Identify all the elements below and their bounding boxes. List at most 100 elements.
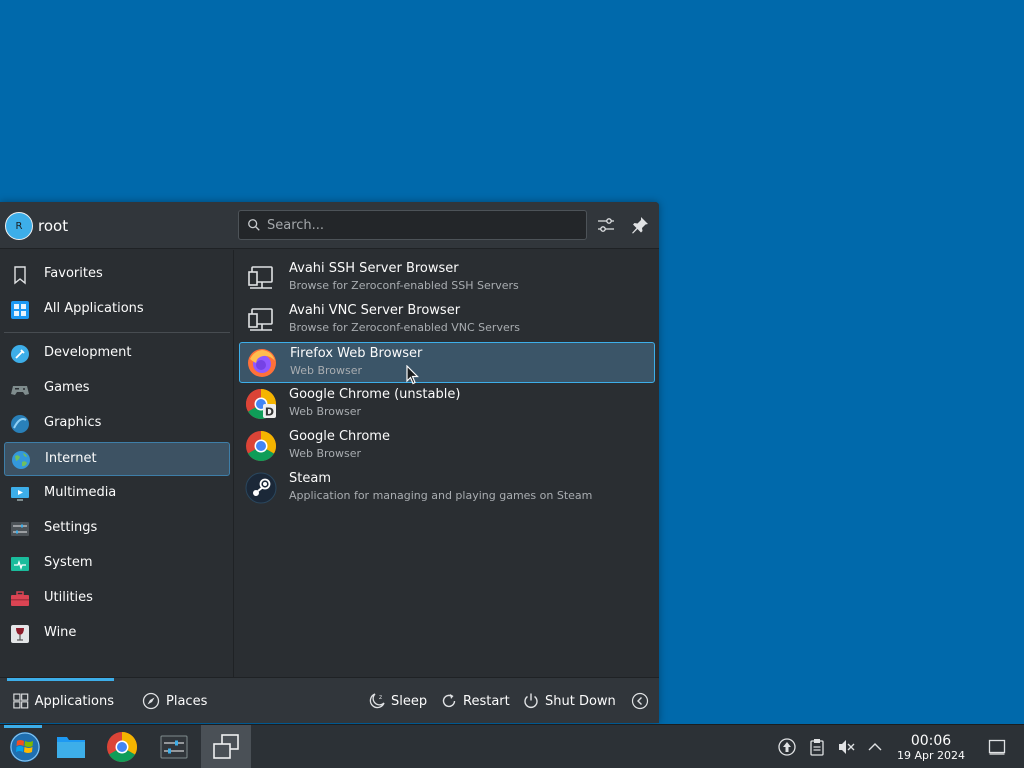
tab-label: Applications — [34, 693, 114, 709]
app-name: Avahi SSH Server Browser — [289, 261, 459, 276]
globe-icon — [12, 451, 30, 469]
sleep-button[interactable]: z Sleep — [368, 678, 427, 723]
application-list: Avahi SSH Server Browser Browse for Zero… — [235, 250, 659, 677]
search-input[interactable] — [267, 215, 577, 235]
clock-time[interactable]: 00:06 — [895, 733, 967, 749]
clipboard-icon[interactable] — [808, 738, 826, 756]
app-description: Web Browser — [289, 405, 362, 418]
restart-icon — [442, 694, 456, 708]
sidebar-item-label: Settings — [44, 520, 98, 535]
tab-places[interactable]: Places — [142, 678, 207, 723]
tab-applications[interactable]: Applications — [7, 678, 114, 723]
app-name: Avahi VNC Server Browser — [289, 303, 461, 318]
sidebar-item-development[interactable]: Development — [4, 337, 230, 371]
network-monitor-icon — [248, 308, 273, 331]
shutdown-label: Shut Down — [545, 693, 616, 709]
toolbox-icon — [11, 591, 29, 606]
taskbar: 00:06 19 Apr 2024 — [0, 724, 1024, 768]
taskbar-file-manager[interactable] — [46, 725, 96, 768]
configure-icon[interactable] — [596, 215, 616, 235]
search-box[interactable] — [238, 210, 587, 240]
list-item[interactable]: Avahi VNC Server Browser Browse for Zero… — [239, 300, 655, 341]
sidebar-item-label: Wine — [44, 625, 77, 640]
firefox-icon — [248, 349, 276, 377]
category-sidebar: Favorites All Applications Development G… — [0, 250, 234, 677]
list-item[interactable]: Steam Application for managing and playi… — [239, 468, 655, 509]
sidebar-item-label: System — [44, 555, 93, 570]
chrome-icon — [107, 732, 138, 763]
applications-grid-icon — [11, 301, 29, 319]
sidebar-item-label: Graphics — [44, 415, 102, 430]
app-description: Application for managing and playing gam… — [289, 489, 593, 502]
grid-icon — [13, 693, 29, 709]
svg-text:D: D — [265, 406, 274, 419]
sleep-label: Sleep — [391, 693, 428, 709]
app-description: Web Browser — [290, 364, 363, 377]
sidebar-item-favorites[interactable]: Favorites — [4, 258, 230, 292]
user-avatar[interactable]: R — [5, 212, 33, 240]
sidebar-item-label: Games — [44, 380, 90, 395]
list-item[interactable]: Avahi SSH Server Browser Browse for Zero… — [239, 258, 655, 299]
sidebar-item-system[interactable]: System — [4, 547, 230, 581]
settings-icon — [11, 522, 29, 536]
chevron-left-icon — [631, 692, 649, 710]
taskbar-chrome[interactable] — [97, 725, 147, 768]
sidebar-item-label: All Applications — [44, 301, 144, 316]
power-icon — [524, 693, 538, 708]
system-icon — [11, 557, 29, 571]
bookmark-icon — [14, 266, 26, 285]
sidebar-item-label: Utilities — [44, 590, 93, 605]
restart-button[interactable]: Restart — [440, 678, 510, 723]
chevron-up-icon[interactable] — [866, 738, 884, 756]
development-icon — [11, 345, 29, 363]
list-item[interactable]: Firefox Web Browser Web Browser — [239, 342, 655, 383]
sidebar-item-utilities[interactable]: Utilities — [4, 582, 230, 616]
sidebar-item-all-applications[interactable]: All Applications — [4, 293, 230, 327]
settings-icon — [160, 735, 188, 759]
gamepad-icon — [11, 386, 29, 395]
app-description: Browse for Zeroconf-enabled SSH Servers — [289, 279, 519, 292]
leave-button[interactable] — [631, 678, 654, 723]
compass-icon — [142, 692, 160, 710]
app-description: Web Browser — [289, 447, 362, 460]
launcher-footer: Applications Places z Sleep Restart Shut… — [0, 677, 659, 723]
chrome-icon — [246, 431, 277, 462]
tab-label: Places — [166, 693, 208, 709]
network-monitor-icon — [248, 266, 273, 289]
sidebar-item-games[interactable]: Games — [4, 372, 230, 406]
pin-icon[interactable] — [630, 215, 650, 235]
restart-label: Restart — [463, 693, 510, 709]
app-name: Google Chrome — [289, 429, 390, 444]
app-name: Google Chrome (unstable) — [289, 387, 461, 402]
shutdown-button[interactable]: Shut Down — [522, 678, 616, 723]
mouse-cursor-icon — [406, 365, 419, 385]
list-item[interactable]: D Google Chrome (unstable) Web Browser — [239, 384, 655, 425]
sidebar-item-settings[interactable]: Settings — [4, 512, 230, 546]
app-description: Browse for Zeroconf-enabled VNC Servers — [289, 321, 520, 334]
volume-muted-icon[interactable] — [837, 738, 855, 756]
app-name: Steam — [289, 471, 331, 486]
multimedia-icon — [11, 487, 29, 501]
sidebar-item-graphics[interactable]: Graphics — [4, 407, 230, 441]
clock-date[interactable]: 19 Apr 2024 — [890, 749, 972, 762]
sidebar-item-wine[interactable]: Wine — [4, 617, 230, 651]
steam-icon — [245, 472, 277, 504]
windows-overview-icon — [213, 734, 239, 759]
sidebar-item-multimedia[interactable]: Multimedia — [4, 477, 230, 511]
taskbar-system-settings[interactable] — [149, 725, 199, 768]
svg-text:z: z — [379, 694, 382, 701]
sleep-icon: z — [369, 693, 385, 709]
list-item[interactable]: Google Chrome Web Browser — [239, 426, 655, 467]
app-name: Firefox Web Browser — [290, 346, 423, 361]
launcher-header: R root — [0, 202, 659, 249]
sidebar-item-internet[interactable]: Internet — [4, 442, 230, 476]
taskbar-window-switcher[interactable] — [201, 725, 251, 768]
sidebar-item-label: Development — [44, 345, 132, 360]
wine-glass-icon — [11, 625, 29, 643]
chrome-dev-icon: D — [245, 389, 277, 420]
launcher-button[interactable] — [0, 725, 50, 768]
graphics-icon — [11, 415, 29, 433]
show-desktop-icon[interactable] — [988, 738, 1006, 756]
update-notifier-icon[interactable] — [778, 738, 796, 756]
application-launcher-menu: R root Favorites — [0, 202, 659, 723]
